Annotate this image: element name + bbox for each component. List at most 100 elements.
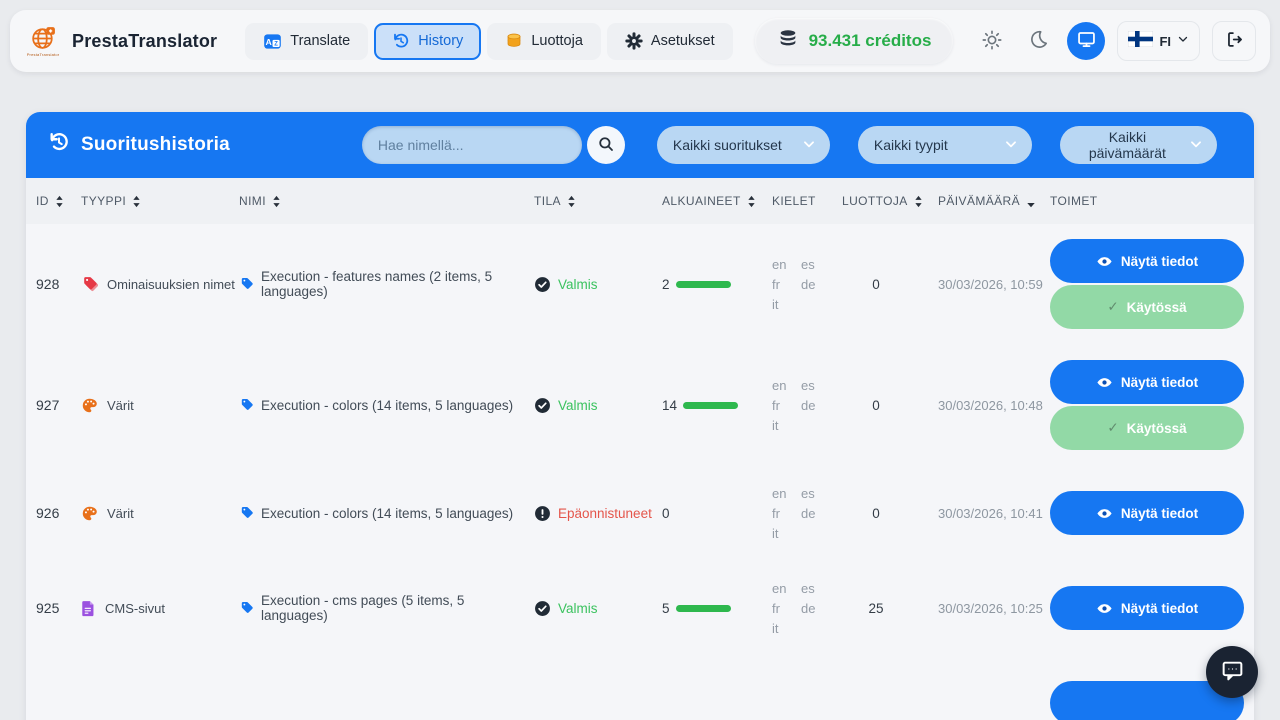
tag-blue-icon: [239, 277, 254, 292]
column-header-luottoja[interactable]: LUOTTOJA: [842, 194, 938, 208]
progress-bar: [675, 604, 731, 612]
column-header-nimi[interactable]: NIMI: [239, 194, 534, 208]
row-name: Execution - features names (2 items, 5 l…: [239, 269, 534, 299]
column-header-toimet: TOIMET: [1050, 194, 1244, 208]
tab-asetukset[interactable]: Asetukset: [606, 22, 733, 60]
tab-label: Asetukset: [650, 33, 715, 49]
view-details-button[interactable]: Näytä tiedot: [1050, 586, 1244, 630]
column-label: PÄIVÄMÄÄRÄ: [938, 194, 1021, 208]
row-actions: Näytä tiedot: [1050, 586, 1244, 630]
palette-icon: [81, 397, 98, 414]
theme-system-button[interactable]: [1067, 22, 1106, 60]
tab-luottoja[interactable]: Luottoja: [487, 22, 601, 60]
view-details-button[interactable]: Näytä tiedot: [1050, 239, 1244, 283]
row-id: 928: [36, 276, 60, 292]
row-credits: 0: [872, 505, 880, 521]
tag-blue-icon: [239, 601, 254, 616]
panel-title: Suoritushistoria: [48, 131, 230, 159]
row-languages: en es fr de it: [772, 581, 842, 636]
sort-desc-icon: [1026, 195, 1036, 208]
column-label: TOIMET: [1050, 194, 1098, 208]
sort-icon: [914, 195, 923, 208]
row-date: 30/03/2026, 10:59: [938, 276, 1043, 292]
eye-icon: [1096, 374, 1113, 391]
theme-dark-button[interactable]: [1021, 24, 1055, 58]
view-details-button[interactable]: Näytä tiedot: [1050, 491, 1244, 535]
panel-header: Suoritushistoria Kaikki suoritukset: [26, 112, 1254, 178]
items-count: 0: [662, 505, 670, 521]
language-code: it: [772, 620, 779, 636]
coins-dark-icon: [777, 28, 799, 55]
column-label: ALKUAINEET: [662, 194, 741, 208]
row-name: Execution - colors (14 items, 5 language…: [239, 398, 534, 413]
language-code: en: [772, 580, 787, 596]
filter-label: Kaikki tyypit: [873, 137, 948, 153]
filter-executions-dropdown[interactable]: Kaikki suoritukset: [656, 126, 830, 164]
button-label: Näytä tiedot: [1120, 505, 1199, 521]
column-header-alkuaineet[interactable]: ALKUAINEET: [662, 194, 772, 208]
language-code: de: [801, 276, 816, 292]
language-code: de: [801, 600, 816, 616]
row-items: 14: [662, 398, 772, 413]
filter-label: Kaikki suoritukset: [672, 137, 782, 153]
progress-bar: [675, 280, 731, 288]
chat-bubble-icon: [1220, 658, 1245, 686]
language-selector[interactable]: FI: [1117, 21, 1200, 61]
row-status: Valmis: [534, 600, 662, 617]
view-details-button[interactable]: Näytä tiedot: [1050, 360, 1244, 404]
credits-amount: 93.431 créditos: [808, 31, 932, 50]
language-code: es: [801, 485, 815, 501]
language-code: en: [772, 485, 787, 501]
chevron-down-icon: [802, 137, 816, 154]
file-purple-icon: [81, 600, 96, 617]
button-label: Näytä tiedot: [1120, 374, 1199, 390]
column-header-tyyppi[interactable]: TYYPPI: [81, 194, 239, 208]
navbar-right: 93.431 créditos FI: [754, 18, 1256, 64]
logout-button[interactable]: [1212, 21, 1256, 61]
language-code: es: [801, 377, 815, 393]
type-label: Ominaisuuksien nimet: [107, 276, 235, 292]
language-code: it: [772, 525, 779, 541]
main-navigation: A Z Translate History Luottoja Asetukset: [245, 22, 733, 60]
search-input[interactable]: [361, 126, 582, 164]
monitor-icon: [1076, 29, 1097, 53]
check-circle-icon: [534, 397, 551, 414]
filter-dates-dropdown[interactable]: Kaikki päivämäärät: [1059, 126, 1217, 164]
row-type: Värit: [81, 505, 239, 522]
tag-blue-icon: [239, 506, 254, 521]
items-count: 5: [662, 600, 670, 616]
column-label: ID: [36, 194, 49, 208]
name-label: Execution - cms pages (5 items, 5 langua…: [261, 593, 465, 623]
column-label: LUOTTOJA: [842, 194, 908, 208]
tab-history[interactable]: History: [374, 22, 482, 60]
in-use-button[interactable]: ✓ Käytössä: [1050, 285, 1244, 329]
sort-icon: [132, 195, 141, 208]
column-label: NIMI: [239, 194, 266, 208]
brand: PrestaTranslator PrestaTranslator: [24, 25, 217, 57]
filter-types-dropdown[interactable]: Kaikki tyypit: [857, 126, 1032, 164]
column-header-tila[interactable]: TILA: [534, 194, 662, 208]
eye-icon: [1096, 253, 1113, 270]
row-actions: Näytä tiedot ✓ Käytössä: [1050, 360, 1244, 450]
tab-label: Luottoja: [531, 33, 583, 49]
history-icon: [48, 131, 70, 159]
status-label: Valmis: [558, 276, 598, 292]
column-label: KIELET: [772, 194, 816, 208]
check-circle-icon: [534, 276, 551, 293]
svg-text:A: A: [266, 37, 273, 47]
check-circle-icon: [534, 600, 551, 617]
app-logo-icon: PrestaTranslator: [24, 25, 62, 57]
column-header-id[interactable]: ID: [36, 194, 81, 208]
theme-light-button[interactable]: [975, 24, 1009, 58]
column-header-kielet: KIELET: [772, 194, 842, 208]
finland-flag-icon: [1128, 30, 1154, 52]
search-button[interactable]: [586, 126, 625, 164]
chat-fab-button[interactable]: [1206, 646, 1258, 698]
progress-bar: [683, 401, 739, 409]
column-header-p-iv-m-r-[interactable]: PÄIVÄMÄÄRÄ: [938, 194, 1050, 208]
row-status: Valmis: [534, 276, 662, 293]
tab-translate[interactable]: A Z Translate: [245, 22, 369, 60]
language-code: fr: [772, 505, 780, 521]
button-label: Näytä tiedot: [1120, 253, 1199, 269]
in-use-button[interactable]: ✓ Käytössä: [1050, 406, 1244, 450]
